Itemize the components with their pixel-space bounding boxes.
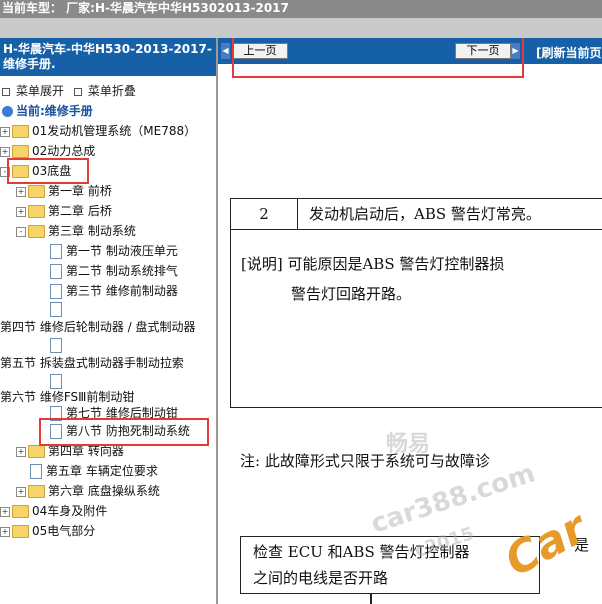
flow-step-line-2: 之间的电线是否开路 bbox=[253, 569, 389, 587]
tree-chapter-5[interactable]: 第五章 车辆定位要求 bbox=[30, 462, 158, 480]
tree-item-04[interactable]: +04车身及附件 bbox=[0, 502, 107, 520]
content-pane: ◀ 上一页 下一页 ▶ [刷新当前页 2 发动机启动后，ABS 警告灯常亮。 [… bbox=[218, 38, 602, 604]
minus-icon: - bbox=[16, 226, 26, 237]
toolbar-strip bbox=[0, 18, 602, 38]
document-icon bbox=[50, 264, 62, 279]
user-icon bbox=[2, 106, 13, 117]
tree-chapter-6[interactable]: + 第六章 底盘操纵系统 bbox=[16, 482, 160, 500]
expand-icon bbox=[2, 87, 10, 96]
fault-row: 2 发动机启动后，ABS 警告灯常亮。 bbox=[231, 199, 602, 230]
highlight-box bbox=[39, 418, 209, 446]
document-icon bbox=[50, 338, 62, 353]
tree-section-5[interactable]: 第五节 拆装盘式制动器手制动拉索 bbox=[0, 354, 184, 372]
menu-expand[interactable]: 菜单展开 bbox=[2, 84, 64, 98]
plus-icon: + bbox=[16, 486, 26, 497]
tree-section-3[interactable]: 第三节 维修前制动器 bbox=[50, 282, 178, 300]
flow-connector bbox=[370, 594, 372, 604]
folder-icon bbox=[12, 145, 29, 158]
folder-open-icon bbox=[28, 225, 45, 238]
document-icon bbox=[50, 374, 62, 389]
flow-step-line-1: 检查 ECU 和ABS 警告灯控制器 bbox=[253, 543, 470, 561]
current-vehicle-bar: 当前车型： 厂家:H-华晨汽车中华H5302013-2017 bbox=[0, 0, 602, 18]
tree-item-01[interactable]: +01发动机管理系统（ME788） bbox=[0, 122, 196, 140]
folder-icon bbox=[12, 125, 29, 138]
fault-table: 2 发动机启动后，ABS 警告灯常亮。 [说明] 可能原因是ABS 警告灯控制器… bbox=[230, 198, 602, 408]
page-note: 注: 此故障形式只限于系统可与故障诊 bbox=[240, 452, 490, 470]
collapse-icon bbox=[73, 87, 82, 96]
document-icon bbox=[50, 244, 62, 259]
tree-chapter-3[interactable]: - 第三章 制动系统 bbox=[16, 222, 136, 240]
document-icon bbox=[50, 284, 62, 299]
prev-arrow-icon[interactable]: ◀ bbox=[221, 43, 230, 59]
fault-description: 发动机启动后，ABS 警告灯常亮。 bbox=[309, 205, 541, 223]
folder-icon bbox=[12, 525, 29, 538]
sidebar-title: H-华晨汽车-中华H530-2013-2017- 维修手册. bbox=[0, 38, 216, 76]
highlight-box bbox=[7, 158, 89, 184]
plus-icon: + bbox=[0, 526, 10, 537]
folder-icon bbox=[12, 505, 29, 518]
tree-section-2[interactable]: 第二节 制动系统排气 bbox=[50, 262, 178, 280]
tree-doc-spacer bbox=[50, 336, 66, 354]
menu-controls: 菜单展开 菜单折叠 bbox=[0, 76, 216, 98]
plus-icon: + bbox=[16, 446, 26, 457]
flowchart-step: 检查 ECU 和ABS 警告灯控制器 之间的电线是否开路 bbox=[240, 536, 540, 594]
fault-note-continued: 警告灯回路开路。 bbox=[291, 285, 412, 303]
document-icon bbox=[50, 302, 62, 317]
plus-icon: + bbox=[0, 126, 10, 137]
page-nav-bar: ◀ 上一页 下一页 ▶ [刷新当前页 bbox=[218, 38, 602, 78]
tree-section-1[interactable]: 第一节 制动液压单元 bbox=[50, 242, 178, 260]
tree-chapter-2[interactable]: + 第二章 后桥 bbox=[16, 202, 112, 220]
sidebar: H-华晨汽车-中华H530-2013-2017- 维修手册. 菜单展开 菜单折叠… bbox=[0, 38, 218, 604]
tree-item-05[interactable]: +05电气部分 bbox=[0, 522, 95, 540]
plus-icon: + bbox=[16, 186, 26, 197]
folder-icon bbox=[28, 185, 45, 198]
plus-icon: + bbox=[0, 146, 10, 157]
folder-icon bbox=[28, 445, 45, 458]
fault-note: [说明] 可能原因是ABS 警告灯控制器损 bbox=[241, 255, 505, 273]
tree-doc-spacer bbox=[50, 300, 66, 318]
tree-section-4[interactable]: 第四节 维修后轮制动器 / 盘式制动器 bbox=[0, 318, 196, 336]
plus-icon: + bbox=[0, 506, 10, 517]
tree-current[interactable]: 当前:维修手册 bbox=[2, 102, 93, 120]
menu-collapse[interactable]: 菜单折叠 bbox=[73, 84, 136, 98]
folder-icon bbox=[28, 485, 45, 498]
refresh-page-link[interactable]: [刷新当前页 bbox=[536, 44, 602, 61]
plus-icon: + bbox=[16, 206, 26, 217]
tree-chapter-1[interactable]: + 第一章 前桥 bbox=[16, 182, 112, 200]
folder-icon bbox=[28, 205, 45, 218]
manual-page: 2 发动机启动后，ABS 警告灯常亮。 [说明] 可能原因是ABS 警告灯控制器… bbox=[218, 64, 602, 604]
document-icon bbox=[30, 464, 42, 479]
fault-number: 2 bbox=[231, 199, 298, 229]
